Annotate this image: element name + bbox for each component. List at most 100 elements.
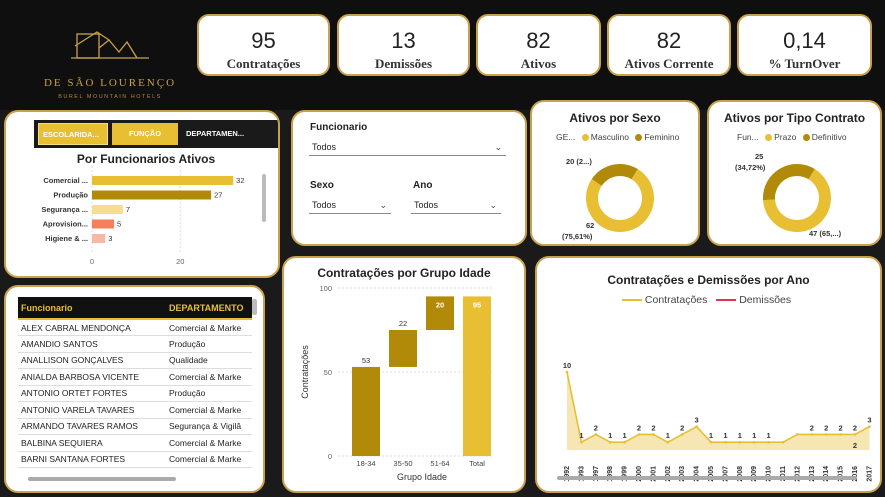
cell-departamento: Produção (166, 385, 252, 402)
donut-slice (591, 164, 638, 186)
slice-label: 20 (2...) (566, 157, 592, 166)
chart-title: Contratações e Demissões por Ano (607, 273, 810, 287)
x-tick-label: Total (469, 459, 485, 468)
kpi-turnover: 0,14 % TurnOver (737, 14, 872, 76)
data-point (594, 433, 598, 436)
cell-funcionario: ARMANDO TAVARES RAMOS (18, 418, 166, 435)
x-tick-label: 51-64 (430, 459, 449, 468)
data-point (580, 440, 583, 444)
tab-escolaridade[interactable]: ESCOLARIDA... (38, 123, 108, 145)
point-label: 2 (637, 423, 641, 432)
data-point (781, 440, 785, 444)
x-tick-label: 35-50 (393, 459, 412, 468)
table-row[interactable]: ANIALDA BARBOSA VICENTE Comercial & Marke (18, 368, 252, 386)
waterfall-bar (463, 296, 491, 456)
cell-funcionario: ANIALDA BARBOSA VICENTE (18, 368, 166, 386)
table-row[interactable]: ANTONIO ORTET FORTES Produção (18, 385, 252, 402)
data-point (853, 433, 857, 436)
kpi-label: Ativos (520, 56, 557, 71)
funcionario-value: Todos (312, 142, 337, 152)
cell-funcionario: ANTONIO VARELA TAVARES (18, 401, 166, 419)
bar-value-label: 27 (214, 191, 222, 200)
sexo-dropdown[interactable]: Todos ⌄ (309, 196, 391, 214)
cell-departamento: Qualidade (166, 352, 252, 369)
slice-label: 47 (65,...) (809, 229, 842, 238)
hotel-logo-icon (71, 31, 149, 59)
point-label: 2 (594, 423, 598, 432)
grupo-idade-card: Contratações por Grupo Idade 0 50 100 53 18-… (282, 256, 526, 493)
kpi-value: 82 (656, 28, 682, 53)
sexo-value: Todos (312, 200, 337, 210)
funcionarios-table-card: Funcionario DEPARTAMENTO ALEX CABRAL MEN… (4, 285, 265, 493)
x-tick-label: 18-34 (356, 459, 375, 468)
point-label: 2 (824, 423, 828, 432)
point-label: 3 (867, 416, 871, 425)
bar-value-label: 5 (117, 220, 121, 229)
data-point (666, 440, 670, 444)
scrollbar[interactable] (262, 174, 266, 222)
data-point (608, 440, 612, 444)
table-vertical-scrollbar[interactable] (252, 299, 257, 315)
category-label: Produção (53, 191, 88, 200)
waterfall-bar (389, 330, 417, 367)
ano-value: Todos (414, 200, 439, 210)
table-row[interactable]: BARNI SANTANA FORTES Comercial & Marke (18, 451, 252, 468)
table-row[interactable]: ANALLISON GONÇALVES Qualidade (18, 352, 252, 369)
column-header-funcionario[interactable]: Funcionario (18, 297, 166, 320)
point-label: 1 (608, 431, 612, 440)
contratacoes-demissoes-card: Contratações e Demissões por Ano Contrat… (535, 256, 882, 493)
chart-title: Ativos por Tipo Contrato (723, 111, 866, 125)
bar-value-label: 53 (362, 356, 370, 365)
brand-logo: DE SÃO LOURENÇO BUREL MOUNTAIN HOTELS (40, 30, 180, 105)
ano-dropdown[interactable]: Todos ⌄ (411, 196, 501, 214)
kpi-ativos: 82 Ativos (476, 14, 601, 76)
data-point (839, 433, 842, 436)
column-header-departamento[interactable]: DEPARTAMENTO (166, 297, 252, 320)
data-point (767, 440, 770, 444)
funcionario-filter-label: Funcionario (310, 122, 368, 133)
point-label: 1 (752, 431, 756, 440)
sexo-filter-label: Sexo (310, 180, 334, 191)
table-horizontal-scrollbar[interactable] (28, 477, 176, 481)
point-label: 1 (579, 431, 583, 440)
contratacoes-line-chart: 1992 1993 1997 1998 1999 2000 2001 2002 2003 2004… (563, 361, 874, 482)
view-tabs: ESCOLARIDA... FUNÇÃO DEPARTAMEN... (34, 120, 278, 148)
bar (92, 190, 212, 200)
bar (92, 205, 123, 214)
chart-horizontal-scrollbar[interactable] (557, 476, 857, 480)
category-label: Aprovision... (43, 220, 88, 229)
cell-departamento: Comercial & Marke (166, 401, 252, 419)
cell-funcionario: ANTONIO ORTET FORTES (18, 385, 166, 402)
table-row[interactable]: ALEX CABRAL MENDONÇA Comercial & Marke (18, 319, 252, 336)
funcionarios-card: ESCOLARIDA... FUNÇÃO DEPARTAMEN... Por F… (4, 110, 280, 278)
legend-line (622, 299, 642, 302)
data-point (738, 440, 742, 444)
point-label: 2 (680, 423, 684, 432)
data-point (724, 440, 727, 444)
table-row[interactable]: BALBINA SEQUIERA Comercial & Marke (18, 434, 252, 452)
tab-funcao[interactable]: FUNÇÃO (112, 123, 178, 145)
kpi-value: 13 (391, 28, 416, 53)
point-label: 3 (695, 416, 699, 425)
chart-title: Contratações por Grupo Idade (317, 266, 491, 280)
brand-name: DE SÃO LOURENÇO (43, 77, 177, 89)
data-point (868, 425, 871, 428)
bar-value-label: 7 (126, 205, 130, 214)
filters-card: Funcionario Todos ⌄ Sexo Todos ⌄ Ano Tod… (291, 110, 527, 246)
cell-funcionario: BALBINA SEQUIERA (18, 434, 166, 452)
kpi-label: Demissões (374, 56, 433, 71)
table-row[interactable]: ARMANDO TAVARES RAMOS Segurança & Vigilâ (18, 418, 252, 435)
funcionario-dropdown[interactable]: Todos ⌄ (309, 138, 506, 156)
data-point (695, 425, 698, 428)
bar-value-label: 20 (436, 300, 444, 309)
point-label: 2 (853, 423, 857, 432)
bar-value-label: 32 (236, 176, 244, 185)
chevron-down-icon: ⌄ (494, 142, 502, 152)
point-label: 1 (723, 431, 727, 440)
kpi-value: 95 (251, 28, 276, 53)
tab-departamento[interactable]: DEPARTAMEN... (182, 123, 248, 145)
table-row[interactable]: AMANDIO SANTOS Produção (18, 335, 252, 353)
point-label: 2 (839, 423, 843, 432)
point-label: 2 (810, 423, 814, 432)
table-row[interactable]: ANTONIO VARELA TAVARES Comercial & Marke (18, 401, 252, 419)
